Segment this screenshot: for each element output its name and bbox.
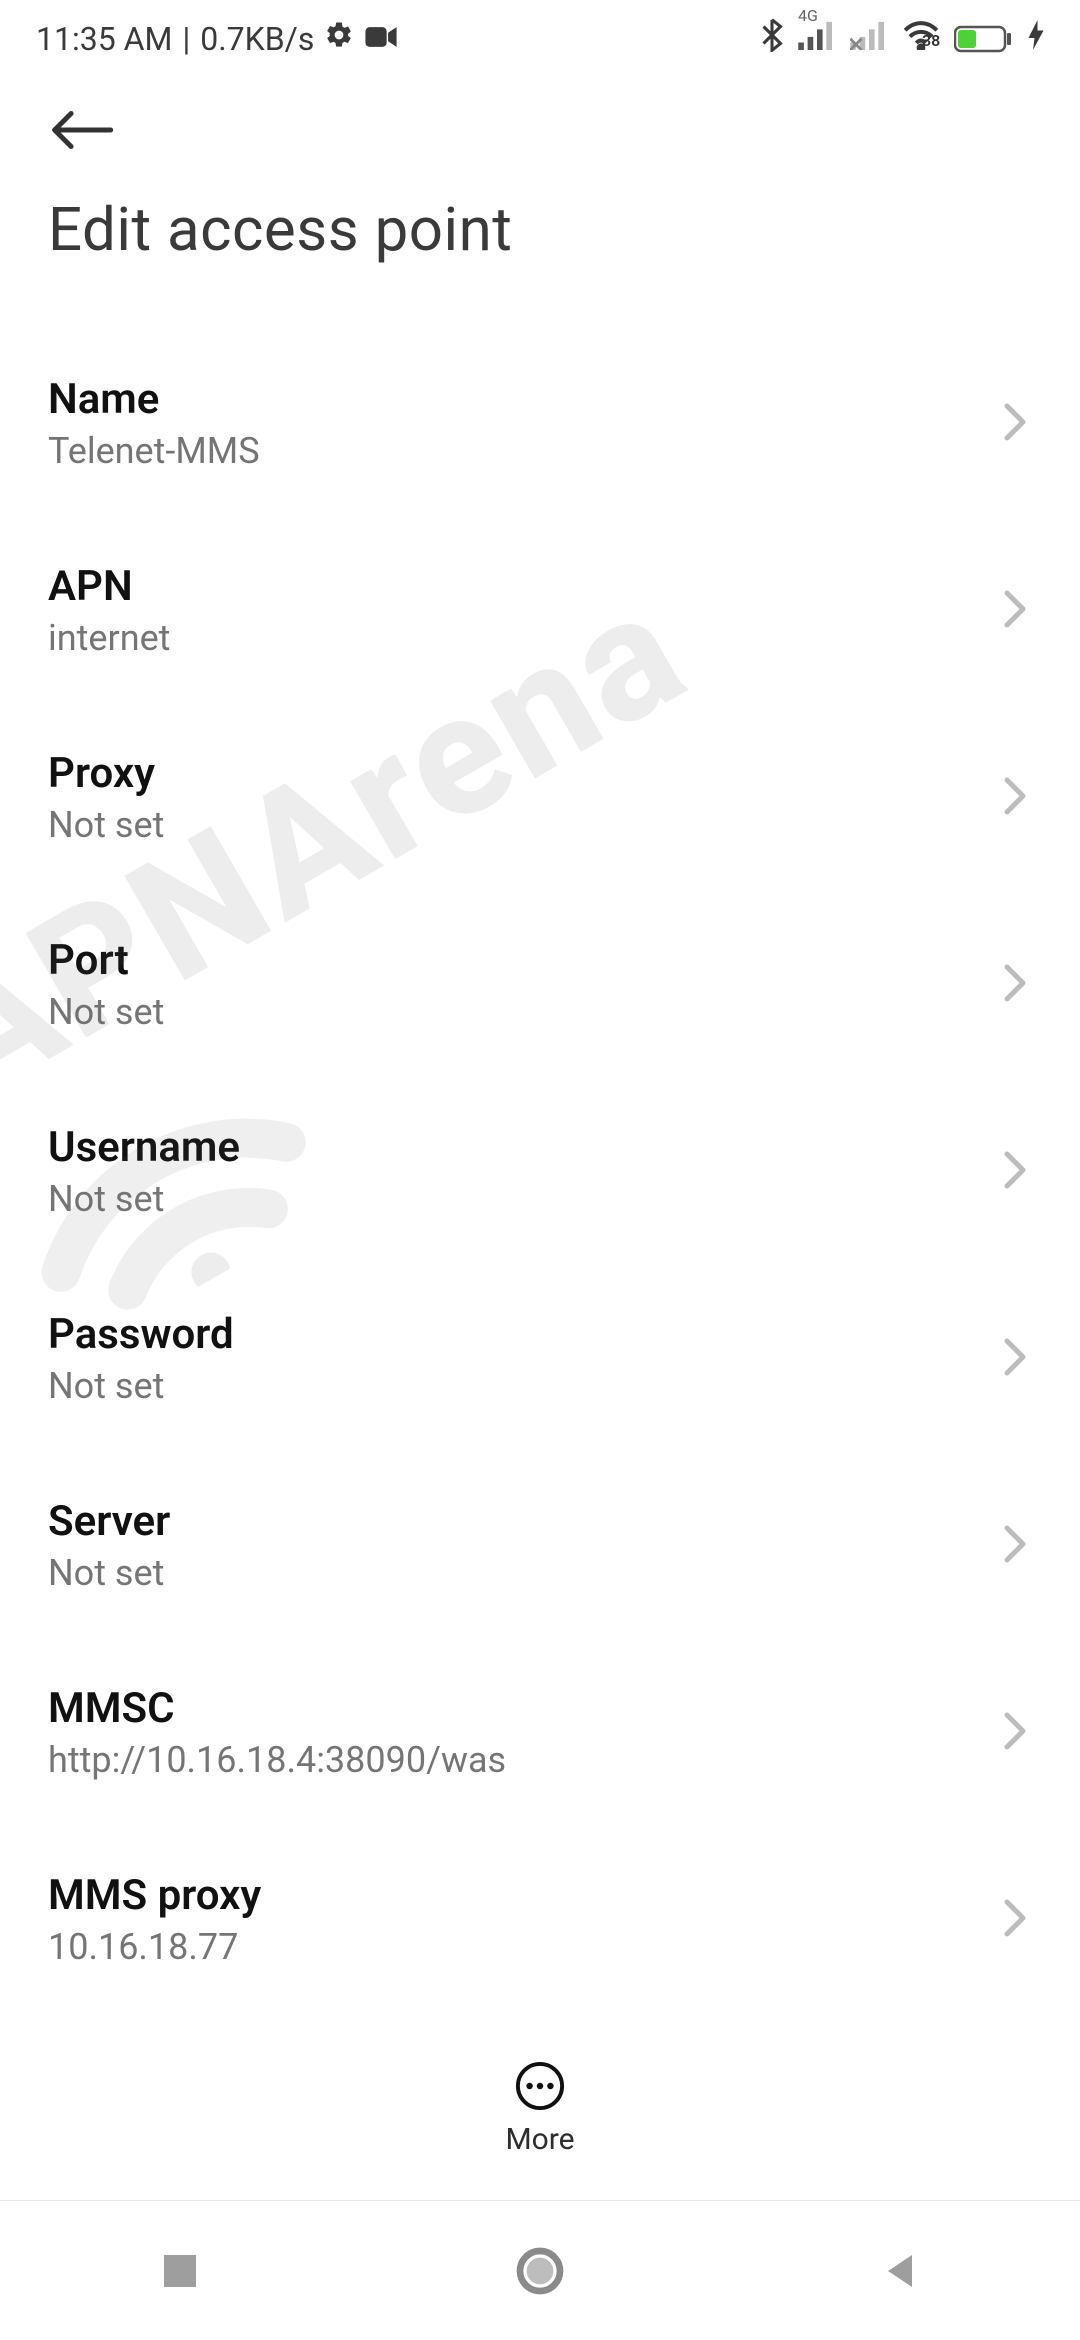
square-icon bbox=[160, 2251, 200, 2291]
item-value: Not set bbox=[48, 1365, 234, 1407]
signal-nosim-icon bbox=[850, 20, 888, 58]
item-text: Server Not set bbox=[48, 1497, 170, 1594]
chevron-right-icon bbox=[1002, 963, 1028, 1007]
triangle-left-icon bbox=[880, 2251, 920, 2291]
item-label: MMSC bbox=[48, 1684, 506, 1733]
item-text: APN internet bbox=[48, 562, 170, 659]
nav-recent-button[interactable] bbox=[80, 2251, 280, 2291]
statusbar-right: 4G 38 bbox=[760, 18, 1044, 60]
battery-percent: 38 bbox=[922, 31, 940, 50]
item-label: Name bbox=[48, 375, 260, 424]
statusbar-divider: | bbox=[182, 20, 190, 58]
battery-icon: 38 bbox=[954, 24, 1014, 54]
bluetooth-icon bbox=[760, 18, 784, 60]
statusbar-left: 11:35 AM | 0.7KB/s bbox=[36, 20, 398, 58]
item-text: Name Telenet-MMS bbox=[48, 375, 260, 472]
item-port[interactable]: Port Not set bbox=[42, 896, 1038, 1073]
item-password[interactable]: Password Not set bbox=[42, 1270, 1038, 1447]
more-menu[interactable]: More bbox=[0, 2060, 1080, 2157]
item-username[interactable]: Username Not set bbox=[42, 1083, 1038, 1260]
item-value: Telenet-MMS bbox=[48, 430, 260, 472]
item-name[interactable]: Name Telenet-MMS bbox=[42, 335, 1038, 512]
chevron-right-icon bbox=[1002, 589, 1028, 633]
chevron-right-icon bbox=[1002, 1337, 1028, 1381]
more-label: More bbox=[0, 2122, 1080, 2157]
item-label: Username bbox=[48, 1123, 240, 1172]
statusbar-time: 11:35 AM bbox=[36, 20, 172, 58]
item-text: Password Not set bbox=[48, 1310, 234, 1407]
chevron-right-icon bbox=[1002, 1711, 1028, 1755]
item-text: Username Not set bbox=[48, 1123, 240, 1220]
item-text: Proxy Not set bbox=[48, 749, 164, 846]
chevron-right-icon bbox=[1002, 1150, 1028, 1194]
page-title: Edit access point bbox=[42, 194, 1038, 265]
item-value: internet bbox=[48, 617, 170, 659]
circle-icon bbox=[515, 2246, 565, 2296]
chevron-right-icon bbox=[1002, 776, 1028, 820]
gear-icon bbox=[324, 20, 354, 58]
video-camera-icon bbox=[364, 20, 398, 58]
item-text: MMSC http://10.16.18.4:38090/was bbox=[48, 1684, 506, 1781]
nav-home-button[interactable] bbox=[440, 2246, 640, 2296]
item-label: APN bbox=[48, 562, 170, 611]
item-value: Not set bbox=[48, 1552, 170, 1594]
item-value: Not set bbox=[48, 991, 164, 1033]
chevron-right-icon bbox=[1002, 1524, 1028, 1568]
nav-back-button[interactable] bbox=[800, 2251, 1000, 2291]
item-value: 10.16.18.77 bbox=[48, 1926, 261, 1968]
item-proxy[interactable]: Proxy Not set bbox=[42, 709, 1038, 886]
arrow-left-icon bbox=[48, 110, 114, 150]
status-bar: 11:35 AM | 0.7KB/s 4G bbox=[0, 0, 1080, 70]
signal-4g-label: 4G bbox=[798, 6, 818, 25]
navigation-bar bbox=[0, 2200, 1080, 2340]
chevron-right-icon bbox=[1002, 1898, 1028, 1942]
back-button[interactable] bbox=[48, 110, 1038, 154]
item-text: MMS proxy 10.16.18.77 bbox=[48, 1871, 261, 1968]
item-text: Port Not set bbox=[48, 936, 164, 1033]
more-dots-icon bbox=[514, 2060, 566, 2112]
header: Edit access point bbox=[0, 70, 1080, 275]
item-label: Password bbox=[48, 1310, 234, 1359]
item-value: http://10.16.18.4:38090/was bbox=[48, 1739, 506, 1781]
item-mmsc[interactable]: MMSC http://10.16.18.4:38090/was bbox=[42, 1644, 1038, 1821]
chevron-right-icon bbox=[1002, 402, 1028, 446]
item-server[interactable]: Server Not set bbox=[42, 1457, 1038, 1634]
statusbar-netspeed: 0.7KB/s bbox=[200, 20, 314, 58]
charging-bolt-icon bbox=[1028, 20, 1044, 58]
item-label: Port bbox=[48, 936, 164, 985]
settings-list: Name Telenet-MMS APN internet Proxy Not … bbox=[0, 275, 1080, 1978]
item-apn[interactable]: APN internet bbox=[42, 522, 1038, 699]
item-value: Not set bbox=[48, 804, 164, 846]
item-label: Server bbox=[48, 1497, 170, 1546]
signal-4g-icon: 4G bbox=[798, 20, 836, 58]
item-label: Proxy bbox=[48, 749, 164, 798]
item-mms-proxy[interactable]: MMS proxy 10.16.18.77 bbox=[42, 1831, 1038, 1978]
item-value: Not set bbox=[48, 1178, 240, 1220]
item-label: MMS proxy bbox=[48, 1871, 261, 1920]
